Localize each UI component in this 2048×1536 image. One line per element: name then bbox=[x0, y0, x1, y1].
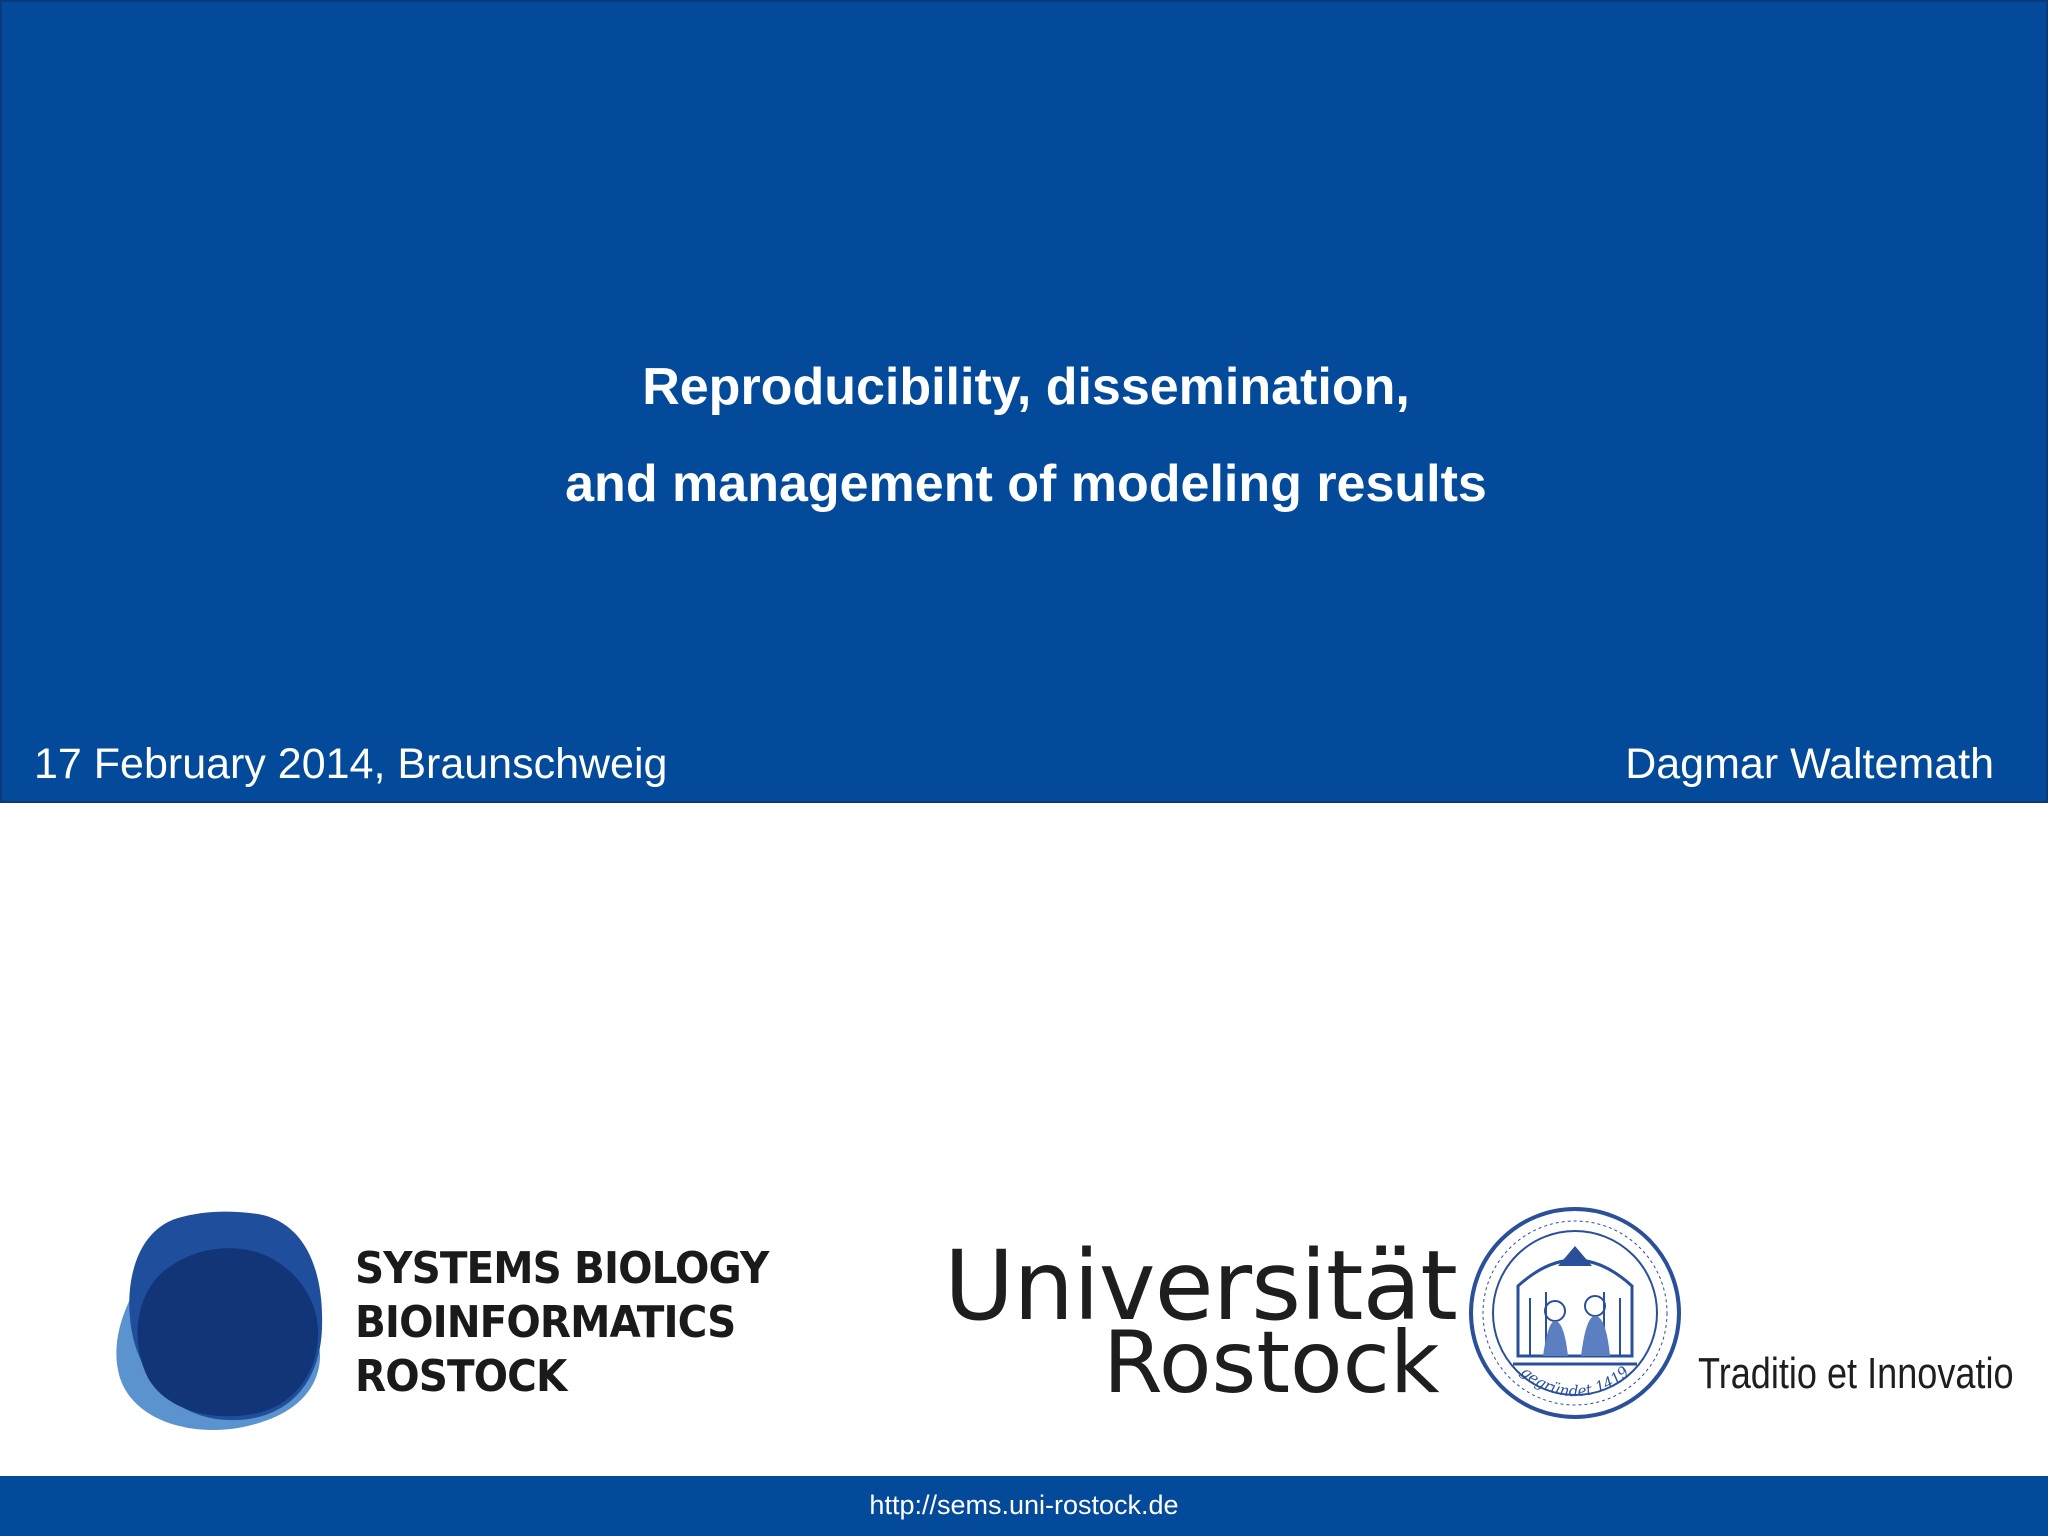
university-motto: Traditio et Innovatio bbox=[1698, 1349, 2014, 1398]
sbbr-line-1: SYSTEMS BIOLOGY bbox=[355, 1243, 769, 1294]
footer-url: http://sems.uni-rostock.de bbox=[869, 1490, 1179, 1520]
sbbr-line-3: ROSTOCK bbox=[355, 1351, 567, 1402]
title-banner: Reproducibility, dissemination, and mana… bbox=[0, 0, 2048, 803]
university-wordmark-line-2: Rostock bbox=[1103, 1313, 1440, 1413]
sbbr-logo-text: SYSTEMS BIOLOGY BIOINFORMATICS ROSTOCK bbox=[355, 1242, 769, 1404]
author-name: Dagmar Waltemath bbox=[1625, 740, 1994, 788]
date-and-place: 17 February 2014, Braunschweig bbox=[34, 740, 668, 788]
overlapping-blue-blobs-icon bbox=[116, 1211, 323, 1430]
slide-title-line-2: and management of modeling results bbox=[565, 455, 1487, 513]
slide-title-line-1: Reproducibility, dissemination, bbox=[642, 358, 1410, 416]
sbbr-line-2: BIOINFORMATICS bbox=[355, 1297, 736, 1348]
university-seal-icon: gegründet 1419 bbox=[1469, 1207, 1681, 1419]
